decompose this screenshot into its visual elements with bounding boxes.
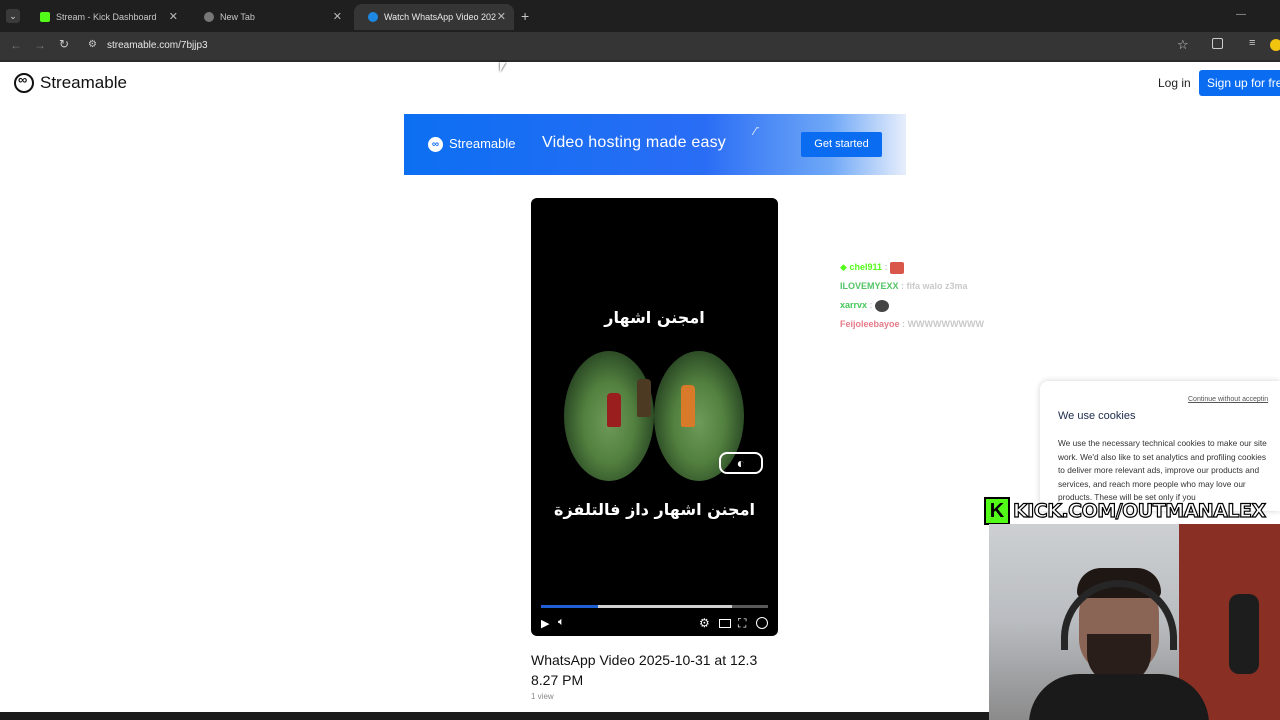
video-progress-track[interactable] [541, 605, 768, 608]
fullscreen-icon[interactable]: ⛶ [738, 616, 746, 631]
view-count: 1 view [531, 692, 554, 701]
get-started-button[interactable]: Get started [801, 132, 882, 157]
chat-message: Feijoleebayoe : WWWWWWWWW [840, 319, 985, 329]
video-player[interactable]: امجنن اشهار ◐ امجنن اشهار داز فالتلفزة ▶… [531, 198, 778, 636]
bottom-taskbar [0, 712, 989, 720]
webcam-person-body [1029, 674, 1209, 720]
volume-icon[interactable]: 🔈︎ [558, 616, 565, 629]
tab-streamable-video[interactable]: Watch WhatsApp Video 2025- ✕ [354, 4, 514, 30]
address-bar[interactable]: streamable.com/7bjjp3 [107, 40, 208, 51]
globe-icon [204, 12, 214, 22]
back-arrow-icon[interactable]: ← [10, 38, 22, 52]
sparkle-icon: ⁄ˉ [754, 126, 760, 138]
cookie-banner: Continue without acceptin We use cookies… [1040, 381, 1280, 511]
settings-gear-icon[interactable]: ⚙ [699, 616, 710, 630]
banner-brand: Streamable [449, 136, 516, 151]
tab-title: Stream - Kick Dashboard [56, 12, 157, 22]
mouse-cursor-icon [500, 62, 506, 72]
tab-title: New Tab [220, 12, 255, 22]
signup-label: Sign up for fre [1207, 76, 1280, 90]
kick-favicon-icon [40, 12, 50, 22]
banner-tagline: Video hosting made easy [542, 134, 726, 151]
tab-kick-dashboard[interactable]: Stream - Kick Dashboard ✕ [26, 4, 186, 30]
kick-channel-text: KICK.COM/OUTMANALEX [1012, 499, 1266, 522]
bottle-dark [637, 379, 651, 417]
video-bottom-caption: امجنن اشهار داز فالتلفزة [554, 500, 755, 519]
forward-arrow-icon[interactable]: → [34, 38, 46, 52]
continue-without-accepting-link[interactable]: Continue without acceptin [1188, 396, 1268, 403]
media-controls-icon[interactable]: ≡ [1249, 37, 1255, 49]
tab-new-tab[interactable]: New Tab ✕ [190, 4, 350, 30]
bottle-red [607, 393, 621, 427]
tab-search-chevron-icon[interactable]: ⌄ [6, 9, 20, 23]
chat-username: chel911 [849, 262, 882, 272]
site-brand-name: Streamable [40, 73, 127, 92]
minimize-window-icon[interactable]: — [1236, 9, 1246, 20]
profile-avatar-icon[interactable] [1270, 39, 1280, 51]
video-title-line: WhatsApp Video 2025-10-31 at 12.3 [531, 652, 758, 668]
login-link[interactable]: Log in [1158, 76, 1191, 90]
chat-emote-icon [890, 261, 904, 274]
video-watermark-icon: ◐ [719, 452, 763, 474]
kick-logo-icon: K [984, 497, 1010, 525]
reload-icon[interactable]: ↻ [59, 37, 69, 51]
kick-overlay-banner: K KICK.COM/OUTMANALEX [984, 497, 1267, 525]
site-logo[interactable]: Streamable [14, 72, 127, 93]
bottle-orange [681, 385, 695, 427]
video-top-caption: امجنن اشهار [604, 308, 705, 327]
cookie-title: We use cookies [1058, 410, 1136, 422]
extensions-icon[interactable] [1212, 38, 1223, 49]
webcam-hanging-clothes [1229, 594, 1259, 674]
ad-banner[interactable]: ∞ Streamable Video hosting made easy ⁄ˉ … [404, 114, 906, 175]
chat-emote-icon [875, 299, 890, 312]
cookie-body: We use the necessary technical cookies t… [1058, 438, 1267, 502]
get-started-label: Get started [814, 138, 869, 150]
close-tab-icon[interactable]: ✕ [169, 10, 178, 23]
streamable-favicon-icon [368, 12, 378, 22]
video-played-bar [541, 605, 598, 608]
kick-badge-icon: ◆ [840, 262, 847, 272]
video-title: WhatsApp Video 2025-10-31 at 12.3 8.27 P… [531, 650, 757, 690]
chat-message: xarrvx : [840, 296, 984, 315]
chat-username: xarrvx [840, 300, 868, 310]
streamable-logo-icon [14, 72, 34, 93]
close-tab-icon[interactable]: ✕ [497, 10, 506, 23]
new-tab-plus-icon[interactable]: + [521, 8, 529, 24]
tab-title: Watch WhatsApp Video 2025- [384, 12, 496, 22]
signup-button[interactable]: Sign up for fre [1199, 70, 1280, 96]
chat-text: WWWWWWWWW [907, 319, 985, 329]
webcam-feed [989, 524, 1280, 720]
browser-tab-strip: ⌄ Stream - Kick Dashboard ✕ New Tab ✕ Wa… [0, 0, 1280, 32]
chat-overlay: ◆ chel911 : ILOVEMYEXX : fifa walo z3ma … [840, 258, 984, 334]
site-info-icon[interactable]: ⚙ [88, 39, 97, 50]
chat-text: fifa walo z3ma [906, 281, 968, 291]
video-title-line: 8.27 PM [531, 672, 584, 688]
browser-toolbar: ← → ↻ ⚙ streamable.com/7bjjp3 ☆ ≡ [0, 32, 1280, 60]
chat-message: ◆ chel911 : [840, 258, 984, 277]
bookmark-star-icon[interactable]: ☆ [1177, 37, 1189, 53]
banner-logo-icon: ∞ [428, 137, 443, 152]
close-tab-icon[interactable]: ✕ [333, 10, 342, 23]
picture-in-picture-icon[interactable] [719, 619, 731, 628]
chat-message: ILOVEMYEXX : fifa walo z3ma [840, 281, 968, 291]
streamable-player-logo-icon[interactable] [756, 617, 768, 629]
chat-username: Feijoleebayoe [840, 319, 900, 329]
chat-username: ILOVEMYEXX [840, 281, 899, 291]
play-icon[interactable]: ▶ [541, 617, 549, 630]
page-divider [0, 60, 1280, 62]
